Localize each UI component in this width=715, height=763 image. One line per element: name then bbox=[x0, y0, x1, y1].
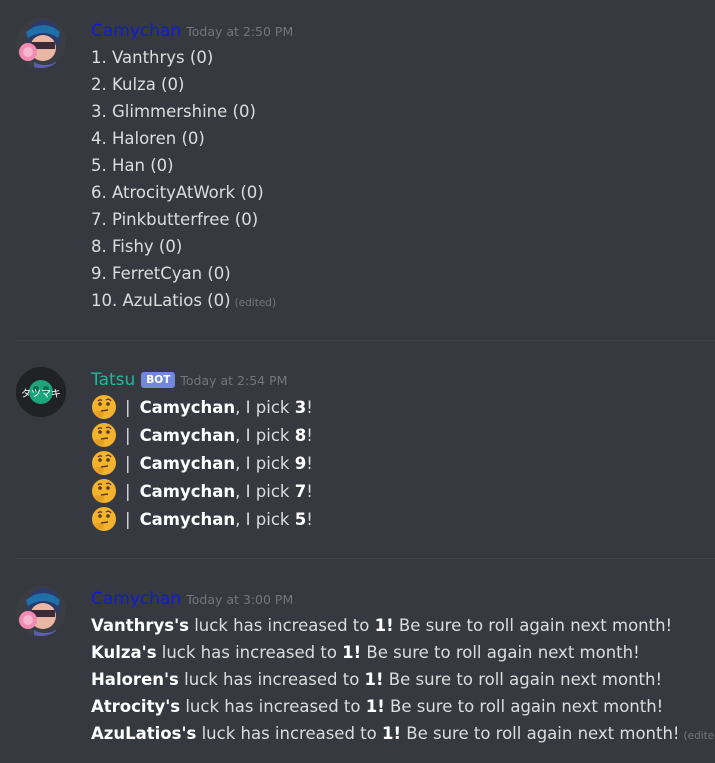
thinking-face-icon bbox=[91, 450, 117, 476]
timestamp: Today at 2:50 PM bbox=[186, 24, 294, 39]
message-divider bbox=[16, 340, 715, 341]
list-item: 2. Kulza (0) bbox=[91, 75, 185, 94]
message-body: 1. Vanthrys (0) 2. Kulza (0) 3. Glimmers… bbox=[91, 44, 715, 314]
edited-label: (edited) bbox=[683, 730, 715, 742]
message-header: Camychan Today at 3:00 PM bbox=[91, 586, 715, 612]
mention-name[interactable]: Camychan bbox=[140, 426, 236, 445]
separator-text: | bbox=[125, 454, 131, 473]
luck-text: luck has increased to bbox=[180, 697, 366, 716]
luck-text: luck has increased to bbox=[188, 616, 375, 635]
list-item: 4. Haloren (0) bbox=[91, 129, 205, 148]
pick-number: 9 bbox=[294, 454, 307, 473]
luck-number: 1! bbox=[342, 643, 362, 662]
list-item-text: 10. AzuLatios (0) bbox=[91, 291, 231, 310]
luck-name: Atrocity's bbox=[91, 697, 181, 716]
thinking-face-icon bbox=[91, 394, 117, 420]
luck-end: Be sure to roll again next month! bbox=[384, 697, 664, 716]
luck-line: AzuLatios's luck has increased to 1! Be … bbox=[91, 720, 715, 747]
list-item: 8. Fishy (0) bbox=[91, 237, 183, 256]
separator-text: | bbox=[125, 510, 131, 529]
luck-number: 1! bbox=[374, 616, 394, 635]
luck-name: AzuLatios's bbox=[91, 724, 197, 743]
timestamp: Today at 2:54 PM bbox=[180, 373, 288, 388]
pick-line: | Camychan, I pick 9! bbox=[91, 450, 715, 478]
message-divider bbox=[16, 558, 715, 559]
list-item: 10. AzuLatios (0) (edited) bbox=[91, 287, 715, 314]
author-name[interactable]: Camychan bbox=[91, 21, 181, 41]
luck-text: luck has increased to bbox=[156, 643, 343, 662]
luck-text: luck has increased to bbox=[178, 670, 365, 689]
mention-name[interactable]: Camychan bbox=[140, 398, 236, 417]
list-item: 7. Pinkbutterfree (0) bbox=[91, 210, 259, 229]
luck-name: Vanthrys's bbox=[91, 616, 189, 635]
luck-text: luck has increased to bbox=[196, 724, 382, 743]
separator-text: | bbox=[125, 482, 131, 501]
luck-end: Be sure to roll again next month! bbox=[361, 643, 640, 662]
pick-end: ! bbox=[306, 510, 313, 529]
pick-number: 7 bbox=[294, 482, 307, 501]
pick-line: | Camychan, I pick 5! bbox=[91, 506, 715, 534]
author-name[interactable]: Camychan bbox=[91, 589, 181, 609]
timestamp: Today at 3:00 PM bbox=[186, 592, 294, 607]
pick-line: | Camychan, I pick 8! bbox=[91, 422, 715, 450]
luck-name: Kulza's bbox=[91, 643, 157, 662]
list-item: 9. FerretCyan (0) bbox=[91, 264, 231, 283]
list-item: 3. Glimmershine (0) bbox=[91, 102, 256, 121]
luck-name: Haloren's bbox=[91, 670, 179, 689]
luck-line: Vanthrys's luck has increased to 1! Be s… bbox=[91, 612, 715, 639]
thinking-face-icon bbox=[91, 506, 117, 532]
luck-number: 1! bbox=[364, 670, 384, 689]
author-name[interactable]: Tatsu bbox=[91, 370, 135, 390]
pick-text: , I pick bbox=[235, 510, 295, 529]
avatar-text: タツマキ bbox=[21, 388, 61, 400]
pick-text: , I pick bbox=[235, 398, 295, 417]
luck-line: Kulza's luck has increased to 1! Be sure… bbox=[91, 639, 715, 666]
luck-end: Be sure to roll again next month! bbox=[393, 616, 673, 635]
message-body: Vanthrys's luck has increased to 1! Be s… bbox=[91, 612, 715, 747]
message-header: Camychan Today at 2:50 PM bbox=[91, 18, 715, 44]
mention-name[interactable]: Camychan bbox=[140, 510, 236, 529]
separator-text: | bbox=[125, 398, 131, 417]
avatar[interactable]: タツマキ bbox=[16, 367, 66, 417]
list-item: 5. Han (0) bbox=[91, 156, 174, 175]
pick-line: | Camychan, I pick 7! bbox=[91, 478, 715, 506]
luck-end: Be sure to roll again next month! bbox=[401, 724, 680, 743]
pick-number: 8 bbox=[294, 426, 307, 445]
message-group-tatsu: タツマキ Tatsu BOT Today at 2:54 PM | Camychan,… bbox=[0, 367, 715, 534]
pick-number: 5 bbox=[294, 510, 307, 529]
luck-number: 1! bbox=[382, 724, 402, 743]
pick-end: ! bbox=[306, 482, 313, 501]
pick-end: ! bbox=[306, 398, 313, 417]
message-group-camychan-2: Camychan Today at 3:00 PM Vanthrys's luck… bbox=[0, 586, 715, 747]
pick-end: ! bbox=[306, 454, 313, 473]
luck-line: Atrocity's luck has increased to 1! Be s… bbox=[91, 693, 715, 720]
message-group-camychan-1: Camychan Today at 2:50 PM 1. Vanthrys (0)… bbox=[0, 18, 715, 314]
thinking-face-icon bbox=[91, 478, 117, 504]
pick-text: , I pick bbox=[235, 482, 295, 501]
mention-name[interactable]: Camychan bbox=[140, 482, 236, 501]
avatar[interactable] bbox=[16, 18, 66, 68]
luck-line: Haloren's luck has increased to 1! Be su… bbox=[91, 666, 715, 693]
luck-end: Be sure to roll again next month! bbox=[383, 670, 663, 689]
message-header: Tatsu BOT Today at 2:54 PM bbox=[91, 367, 715, 393]
list-item: 1. Vanthrys (0) bbox=[91, 48, 214, 67]
thinking-face-icon bbox=[91, 422, 117, 448]
edited-label: (edited) bbox=[234, 297, 277, 309]
bot-badge: BOT bbox=[141, 372, 176, 388]
luck-number: 1! bbox=[365, 697, 385, 716]
pick-line: | Camychan, I pick 3! bbox=[91, 394, 715, 422]
separator-text: | bbox=[125, 426, 131, 445]
mention-name[interactable]: Camychan bbox=[140, 454, 236, 473]
pick-number: 3 bbox=[294, 398, 307, 417]
pick-end: ! bbox=[306, 426, 313, 445]
pick-text: , I pick bbox=[235, 454, 295, 473]
message-body: | Camychan, I pick 3! | Camychan, I pick 8… bbox=[91, 393, 715, 534]
list-item: 6. AtrocityAtWork (0) bbox=[91, 183, 264, 202]
pick-text: , I pick bbox=[235, 426, 295, 445]
avatar[interactable] bbox=[16, 586, 66, 636]
